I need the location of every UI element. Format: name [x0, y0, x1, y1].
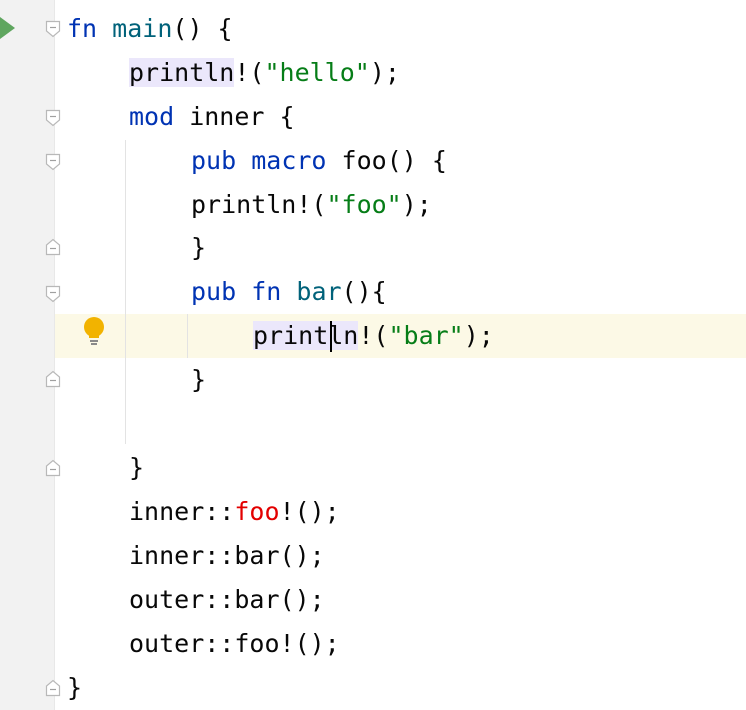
code-token: println [253, 321, 359, 350]
code-line[interactable]: fn main() { [67, 7, 233, 51]
code-token: mod [129, 102, 175, 131]
code-line[interactable]: mod inner { [129, 95, 295, 139]
code-token: } [191, 233, 207, 262]
code-token: inner { [174, 102, 295, 131]
code-token: pub [191, 277, 237, 306]
code-token: ); [369, 58, 400, 87]
code-token: foo [234, 497, 280, 526]
code-token: bar [296, 277, 342, 306]
code-token: () { [172, 14, 233, 43]
code-token: !(); [279, 497, 340, 526]
indent-guide [187, 314, 188, 358]
code-token: } [129, 453, 145, 482]
code-line[interactable]: outer::foo!(); [129, 622, 340, 666]
code-line[interactable]: } [67, 666, 82, 710]
code-token: (){ [341, 277, 387, 306]
code-token: !( [234, 58, 265, 87]
fold-open-icon[interactable] [45, 20, 61, 38]
code-token: outer::foo!(); [129, 629, 340, 658]
gutter-separator [54, 0, 55, 710]
code-token: inner::bar(); [129, 541, 325, 570]
code-token: inner:: [129, 497, 235, 526]
fold-close-icon[interactable] [45, 679, 61, 697]
code-editor[interactable]: fn main() { println!("hello"); mod inner… [0, 0, 746, 710]
code-line[interactable]: inner::foo!(); [129, 490, 340, 534]
text-caret [330, 321, 332, 352]
code-token: fn [251, 277, 282, 306]
code-token: !( [358, 321, 389, 350]
code-token: fn [67, 14, 98, 43]
code-token: "bar" [388, 321, 464, 350]
code-line[interactable]: outer::bar(); [129, 578, 325, 622]
fold-close-icon[interactable] [45, 238, 61, 256]
code-token: } [67, 673, 83, 702]
indent-guide [125, 140, 126, 444]
code-line[interactable]: println!("bar"); [253, 314, 494, 358]
code-token: pub [191, 146, 237, 175]
code-token: "foo" [326, 190, 402, 219]
code-token: } [191, 365, 207, 394]
code-token: println!( [191, 190, 327, 219]
code-token: ); [401, 190, 432, 219]
code-line[interactable]: println!("foo"); [191, 183, 432, 227]
code-line[interactable]: } [129, 446, 144, 490]
fold-open-icon[interactable] [45, 153, 61, 171]
code-token: outer::bar(); [129, 585, 325, 614]
code-line[interactable]: } [191, 358, 206, 402]
code-line[interactable]: pub macro foo() { [191, 139, 447, 183]
code-token: main [112, 14, 173, 43]
code-token: println [129, 58, 235, 87]
code-token: macro [251, 146, 327, 175]
gutter[interactable] [0, 0, 54, 710]
code-line[interactable]: inner::bar(); [129, 534, 325, 578]
run-triangle-icon[interactable] [0, 17, 15, 39]
lightbulb-icon[interactable] [82, 316, 106, 346]
code-token: "hello" [264, 58, 370, 87]
code-line[interactable]: pub fn bar(){ [191, 270, 387, 314]
code-token: ); [463, 321, 494, 350]
fold-open-icon[interactable] [45, 109, 61, 127]
fold-open-icon[interactable] [45, 285, 61, 303]
code-token: foo() { [326, 146, 447, 175]
code-line[interactable]: println!("hello"); [129, 51, 400, 95]
fold-close-icon[interactable] [45, 459, 61, 477]
fold-close-icon[interactable] [45, 370, 61, 388]
code-line[interactable]: } [191, 226, 206, 270]
